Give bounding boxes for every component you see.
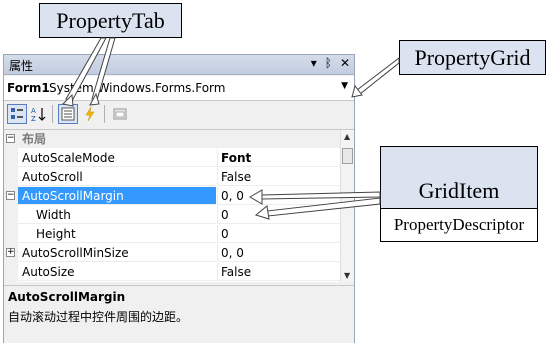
window-position-icon[interactable]: ▾: [311, 56, 317, 70]
property-row-autoscrollminsize[interactable]: + AutoScrollMinSize 0, 0: [4, 244, 340, 263]
vertical-scrollbar[interactable]: ▲ ▼: [340, 130, 354, 282]
category-label: 布局: [18, 130, 340, 148]
alphabetical-button[interactable]: A Z: [29, 104, 49, 124]
property-tab-callout: PropertyTab: [39, 3, 182, 38]
scroll-up-icon[interactable]: ▲: [344, 132, 350, 141]
events-button[interactable]: [80, 104, 100, 124]
property-row-autoscroll[interactable]: AutoScroll False: [4, 168, 340, 187]
panel-title: 属性: [9, 59, 34, 73]
property-descriptor-label: PropertyDescriptor: [381, 207, 537, 241]
toolbar-separator: [52, 105, 53, 123]
chevron-down-icon[interactable]: ▼: [341, 81, 348, 91]
property-pages-icon: [113, 108, 127, 120]
toolbar-separator: [104, 105, 105, 123]
description-title: AutoScrollMargin: [8, 290, 126, 304]
property-grid-view: − 布局 AutoScaleMode Font AutoScroll False…: [4, 129, 354, 282]
object-name: Form1: [7, 81, 50, 95]
property-toolbar: A Z: [4, 101, 354, 127]
scroll-down-icon[interactable]: ▼: [344, 271, 350, 280]
object-type: System.Windows.Forms.Form: [49, 81, 226, 95]
events-icon: [85, 107, 95, 121]
category-row[interactable]: − 布局: [4, 130, 340, 149]
properties-button[interactable]: [58, 104, 78, 124]
titlebar-buttons: ▾ ᛒ ✕: [311, 56, 350, 70]
property-value[interactable]: 0: [217, 206, 340, 224]
close-icon[interactable]: ✕: [340, 56, 350, 70]
property-name: AutoScroll: [18, 168, 216, 186]
property-value[interactable]: Font: [217, 149, 340, 167]
categorized-icon: [11, 108, 23, 119]
property-grid-label: PropertyGrid: [414, 44, 531, 70]
property-pages-button[interactable]: [110, 104, 130, 124]
property-name: Width: [18, 206, 216, 224]
description-pane: AutoScrollMargin 自动滚动过程中控件周围的边距。: [4, 285, 354, 343]
property-row-autoscalemode[interactable]: AutoScaleMode Font: [4, 149, 340, 168]
pin-icon[interactable]: ᛒ: [325, 56, 332, 70]
properties-icon: [61, 107, 75, 121]
svg-text:Z: Z: [31, 115, 36, 122]
property-name: Height: [18, 225, 216, 243]
property-name: AutoSize: [18, 263, 216, 281]
grid-item-label: GridItem: [418, 177, 500, 203]
property-row-autosize[interactable]: AutoSize False: [4, 263, 340, 282]
alphabetical-icon: A Z: [31, 107, 46, 122]
description-text: 自动滚动过程中控件周围的边距。: [8, 310, 189, 324]
collapse-icon[interactable]: −: [6, 134, 15, 143]
property-name: AutoScrollMargin: [18, 187, 216, 205]
property-name: AutoScaleMode: [18, 149, 216, 167]
arrow-property-grid: [356, 56, 400, 95]
panel-titlebar: 属性 ▾ ᛒ ✕: [4, 55, 354, 75]
property-grid-callout: PropertyGrid: [399, 40, 546, 75]
property-row-autoscrollmargin[interactable]: − AutoScrollMargin 0, 0: [4, 187, 340, 206]
property-value[interactable]: 0, 0: [217, 187, 340, 205]
property-name: AutoScrollMinSize: [18, 244, 216, 262]
property-row-width[interactable]: Width 0: [4, 206, 340, 225]
expand-icon[interactable]: +: [6, 248, 15, 257]
property-value[interactable]: False: [217, 168, 340, 186]
property-value[interactable]: False: [217, 263, 340, 281]
svg-text:A: A: [31, 107, 36, 115]
property-row-height[interactable]: Height 0: [4, 225, 340, 244]
property-tab-label: PropertyTab: [56, 7, 165, 33]
grid-item-callout: GridItem PropertyDescriptor: [380, 146, 538, 242]
property-value[interactable]: 0, 0: [217, 244, 340, 262]
categorized-button[interactable]: [7, 104, 27, 124]
property-value[interactable]: 0: [217, 225, 340, 243]
object-selector[interactable]: Form1 System.Windows.Forms.Form ▼: [4, 76, 354, 101]
collapse-icon[interactable]: −: [6, 191, 15, 200]
scrollbar-thumb[interactable]: [342, 148, 353, 164]
properties-panel: 属性 ▾ ᛒ ✕ Form1 System.Windows.Forms.Form…: [3, 54, 355, 343]
